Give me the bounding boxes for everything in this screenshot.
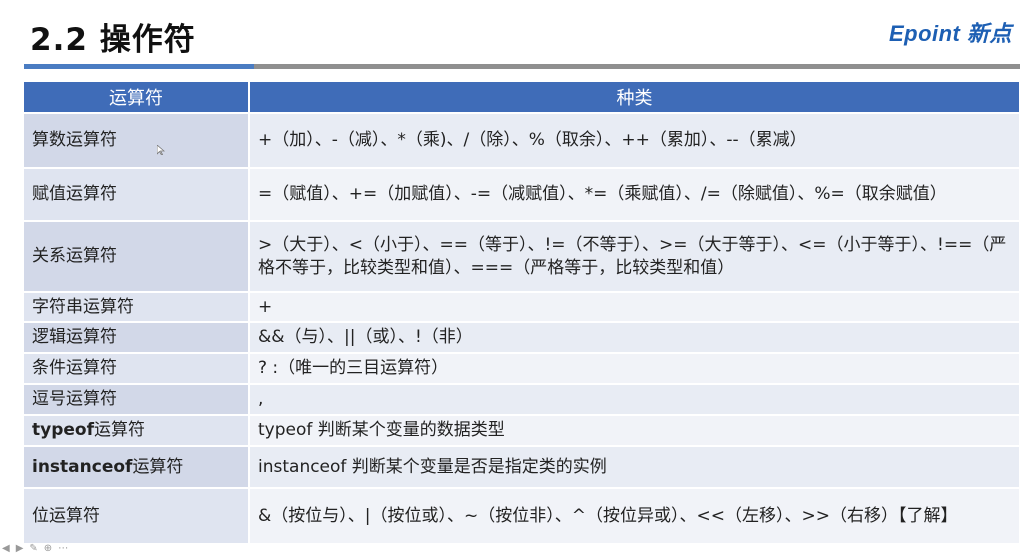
table-header-row: 运算符 种类: [24, 82, 1021, 113]
title-divider-accent: [24, 64, 254, 69]
operator-desc: typeof 判断某个变量的数据类型: [249, 414, 1021, 446]
title-divider: [24, 64, 1020, 69]
table-row: 关系运算符 >（大于）、<（小于）、==（等于）、!=（不等于）、>=（大于等于…: [24, 220, 1021, 292]
table-row: 算数运算符 +（加）、-（减）、*（乘)、/（除）、%（取余）、++（累加）、-…: [24, 112, 1021, 168]
table-row: typeof运算符 typeof 判断某个变量的数据类型: [24, 414, 1021, 446]
slide-title: 2.2 操作符: [30, 22, 196, 58]
operator-name: 逻辑运算符: [24, 321, 250, 353]
table-row: 字符串运算符 +: [24, 291, 1021, 322]
operator-desc: instanceof 判断某个变量是否是指定类的实例: [249, 445, 1021, 488]
operator-name-keyword: typeof: [32, 420, 94, 440]
table-row: 条件运算符 ? :（唯一的三目运算符）: [24, 352, 1021, 384]
operator-name: 字符串运算符: [24, 291, 250, 322]
operator-desc: &（按位与）、|（按位或）、~（按位非）、^（按位异或）、<<（左移）、>>（右…: [249, 487, 1021, 543]
operator-desc: &&（与）、||（或）、!（非）: [249, 321, 1021, 353]
operator-desc: ? :（唯一的三目运算符）: [249, 352, 1021, 384]
operator-name: 逗号运算符: [24, 383, 250, 415]
operator-name: instanceof运算符: [24, 445, 250, 488]
table-row: 逗号运算符 ,: [24, 383, 1021, 415]
operator-desc: +: [249, 291, 1021, 322]
pen-icon[interactable]: ✎: [29, 543, 37, 555]
operator-desc: +（加）、-（减）、*（乘)、/（除）、%（取余）、++（累加）、--（累减）: [249, 112, 1021, 168]
prev-icon[interactable]: ◀: [2, 543, 10, 555]
operator-name: 条件运算符: [24, 352, 250, 384]
zoom-icon[interactable]: ⊕: [44, 543, 52, 555]
operator-name: 位运算符: [24, 487, 250, 543]
header-kind: 种类: [249, 82, 1021, 113]
table-row: 赋值运算符 =（赋值）、+=（加赋值）、-=（减赋值）、*=（乘赋值）、/=（除…: [24, 167, 1021, 221]
epoint-logo: Epoint 新点: [888, 21, 1012, 46]
operator-desc: =（赋值）、+=（加赋值）、-=（减赋值）、*=（乘赋值）、/=（除赋值）、%=…: [249, 167, 1021, 221]
operator-name: typeof运算符: [24, 414, 250, 446]
operators-table: 运算符 种类 算数运算符 +（加）、-（减）、*（乘)、/（除）、%（取余）、+…: [24, 82, 1021, 543]
slideshow-toolbar: ◀ ▶ ✎ ⊕ ⋯: [2, 543, 68, 555]
operator-name-suffix: 运算符: [93, 420, 145, 440]
mouse-pointer-icon: [156, 144, 166, 156]
operator-name-keyword: instanceof: [32, 456, 133, 477]
header-operator: 运算符: [24, 82, 250, 113]
operator-desc: >（大于）、<（小于）、==（等于）、!=（不等于）、>=（大于等于）、<=（小…: [249, 220, 1021, 292]
table-row: instanceof运算符 instanceof 判断某个变量是否是指定类的实例: [24, 445, 1021, 488]
table-row: 位运算符 &（按位与）、|（按位或）、~（按位非）、^（按位异或）、<<（左移）…: [24, 487, 1021, 543]
next-icon[interactable]: ▶: [16, 543, 24, 555]
operator-name: 赋值运算符: [24, 167, 250, 221]
operator-name: 关系运算符: [24, 220, 250, 292]
operator-name-suffix: 运算符: [132, 456, 184, 477]
table-row: 逻辑运算符 &&（与）、||（或）、!（非）: [24, 321, 1021, 353]
operator-name: 算数运算符: [24, 112, 250, 168]
menu-icon[interactable]: ⋯: [58, 543, 68, 555]
operator-desc: ,: [249, 383, 1021, 415]
